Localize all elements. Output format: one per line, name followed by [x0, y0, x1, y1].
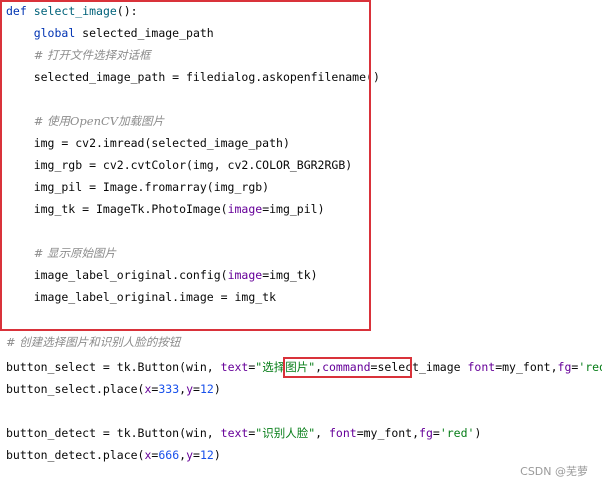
code-token: # 打开文件选择对话框: [33, 48, 151, 62]
code-token: # 使用OpenCV加载图片: [33, 114, 165, 128]
code-token: button_detect.place(: [6, 448, 145, 462]
code-token: image: [227, 268, 263, 282]
code-token: img_rgb = cv2.cvtColor(img, cv2.COLOR_BG…: [6, 158, 353, 172]
code-token: def: [6, 4, 34, 18]
code-token: =select_image: [370, 360, 461, 374]
code-token: 'red': [578, 360, 602, 374]
code-token: =: [432, 426, 440, 440]
code-token: text: [220, 360, 249, 374]
code-token: img = cv2.imread(selected_image_path): [6, 136, 290, 150]
code-token: global: [33, 26, 83, 40]
code-token: # 创建选择图片和识别人脸的按钮: [6, 335, 181, 349]
code-token: text: [220, 426, 249, 440]
code-token: "识别人脸": [255, 426, 316, 440]
code-token: image: [227, 202, 263, 216]
code-line[interactable]: # 打开文件选择对话框: [6, 47, 151, 63]
code-line[interactable]: img_tk = ImageTk.PhotoImage(image=img_pi…: [6, 201, 325, 217]
code-token: =: [193, 448, 200, 462]
code-token: image_label_original.config(: [6, 268, 228, 282]
code-token: img_pil = Image.fromarray(img_rgb): [6, 180, 270, 194]
code-token: 12: [199, 448, 214, 462]
code-token: y: [186, 382, 194, 396]
code-editor[interactable]: def select_image(): global selected_imag…: [0, 0, 602, 487]
code-token: button_detect = tk.Button(win,: [6, 426, 221, 440]
code-token: "选择图片": [255, 360, 316, 374]
code-line[interactable]: selected_image_path = filedialog.askopen…: [6, 69, 380, 85]
code-token: button_select.place(: [6, 382, 145, 396]
code-token: # 显示原始图片: [33, 246, 116, 260]
code-token: 666: [158, 448, 180, 462]
code-line[interactable]: img_rgb = cv2.cvtColor(img, cv2.COLOR_BG…: [6, 157, 353, 173]
code-token: =img_tk): [262, 268, 318, 282]
code-token: command: [322, 360, 371, 374]
code-token: =my_font,: [495, 360, 558, 374]
code-line[interactable]: button_detect.place(x=666,y=12): [6, 447, 221, 463]
code-token: 'red': [439, 426, 475, 440]
code-line[interactable]: button_detect = tk.Button(win, text = "识别人…: [6, 425, 481, 441]
code-token: ,: [315, 426, 329, 440]
code-token: ): [213, 448, 221, 462]
code-token: img_tk = ImageTk.PhotoImage(: [6, 202, 228, 216]
code-token: select_image: [33, 4, 117, 18]
code-token: button_select = tk.Button(win,: [6, 360, 221, 374]
watermark: CSDN @芜萝: [520, 465, 588, 478]
code-line[interactable]: image_label_original.image = img_tk: [6, 289, 276, 305]
code-line[interactable]: image_label_original.config(image=img_tk…: [6, 267, 318, 283]
code-token: font: [329, 426, 357, 440]
code-token: image_label_original.image = img_tk: [6, 290, 277, 304]
code-token: selected_image_path: [82, 26, 214, 40]
code-token: fg: [557, 360, 572, 374]
code-token: selected_image_path = filedialog.askopen…: [6, 70, 380, 84]
code-line[interactable]: # 使用OpenCV加载图片: [6, 113, 164, 129]
code-line[interactable]: def select_image():: [6, 3, 138, 19]
code-token: y: [186, 448, 194, 462]
code-line[interactable]: img = cv2.imread(selected_image_path): [6, 135, 290, 151]
code-line[interactable]: button_select.place(x=333,y=12): [6, 381, 221, 397]
code-token: =my_font,: [356, 426, 420, 440]
code-token: =: [193, 382, 200, 396]
code-token: ():: [116, 4, 138, 18]
code-line[interactable]: button_select = tk.Button(win, text="选择图…: [6, 359, 602, 375]
code-token: 333: [158, 382, 180, 396]
code-token: =img_pil): [262, 202, 325, 216]
code-line[interactable]: img_pil = Image.fromarray(img_rgb): [6, 179, 269, 195]
code-line[interactable]: # 创建选择图片和识别人脸的按钮: [6, 334, 180, 350]
code-token: font: [467, 360, 496, 374]
code-line[interactable]: # 显示原始图片: [6, 245, 116, 261]
code-token: fg: [419, 426, 433, 440]
code-token: 12: [199, 382, 214, 396]
code-token: ): [213, 382, 221, 396]
code-line[interactable]: global selected_image_path: [6, 25, 214, 41]
code-token: ): [474, 426, 482, 440]
